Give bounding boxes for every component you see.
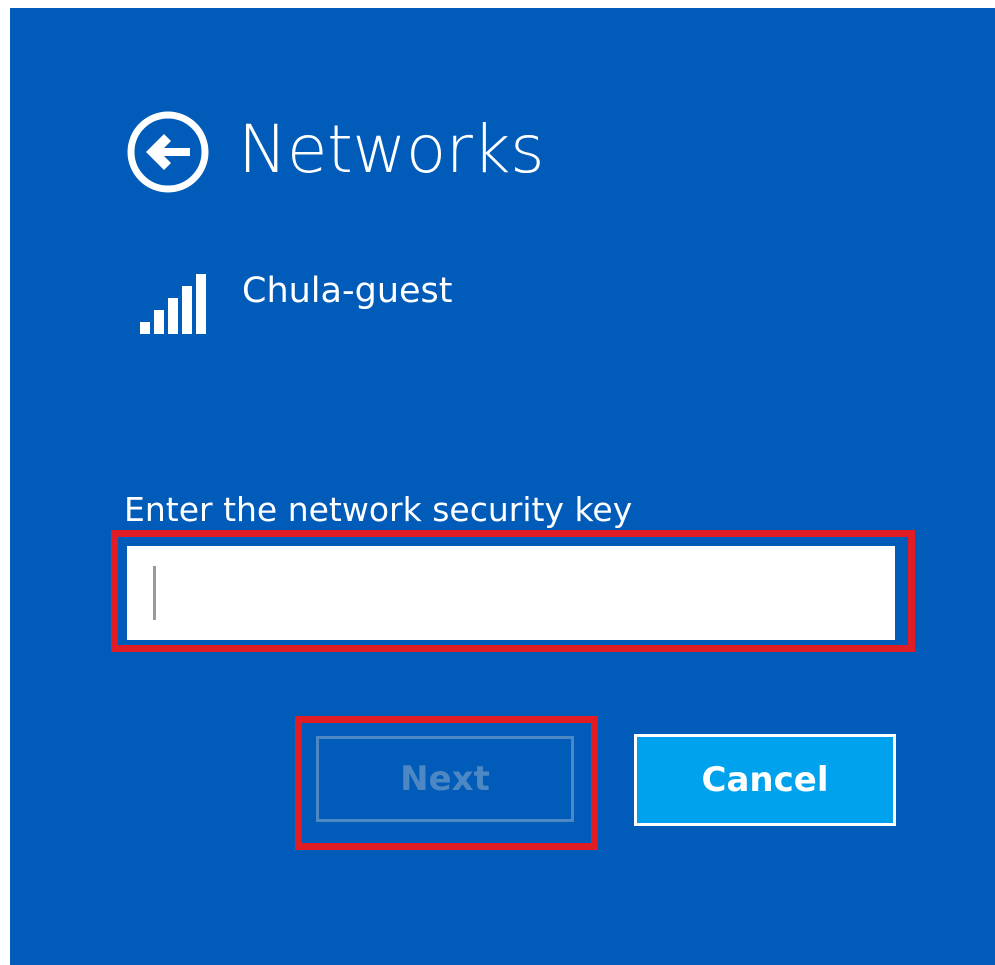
wifi-signal-icon [140,274,212,334]
next-button-label: Next [400,759,490,799]
screen: Networks Chula-guest Enter the network s… [0,0,995,965]
security-key-input[interactable] [127,546,895,640]
next-button[interactable]: Next [316,736,574,822]
back-arrow-circle-icon [127,111,209,193]
network-name: Chula-guest [242,271,453,311]
cancel-button-label: Cancel [701,760,829,800]
network-flyout-panel: Networks Chula-guest Enter the network s… [10,8,995,965]
back-button[interactable] [126,110,210,194]
text-cursor [153,566,156,620]
page-title: Networks [238,111,544,188]
cancel-button[interactable]: Cancel [634,734,896,826]
